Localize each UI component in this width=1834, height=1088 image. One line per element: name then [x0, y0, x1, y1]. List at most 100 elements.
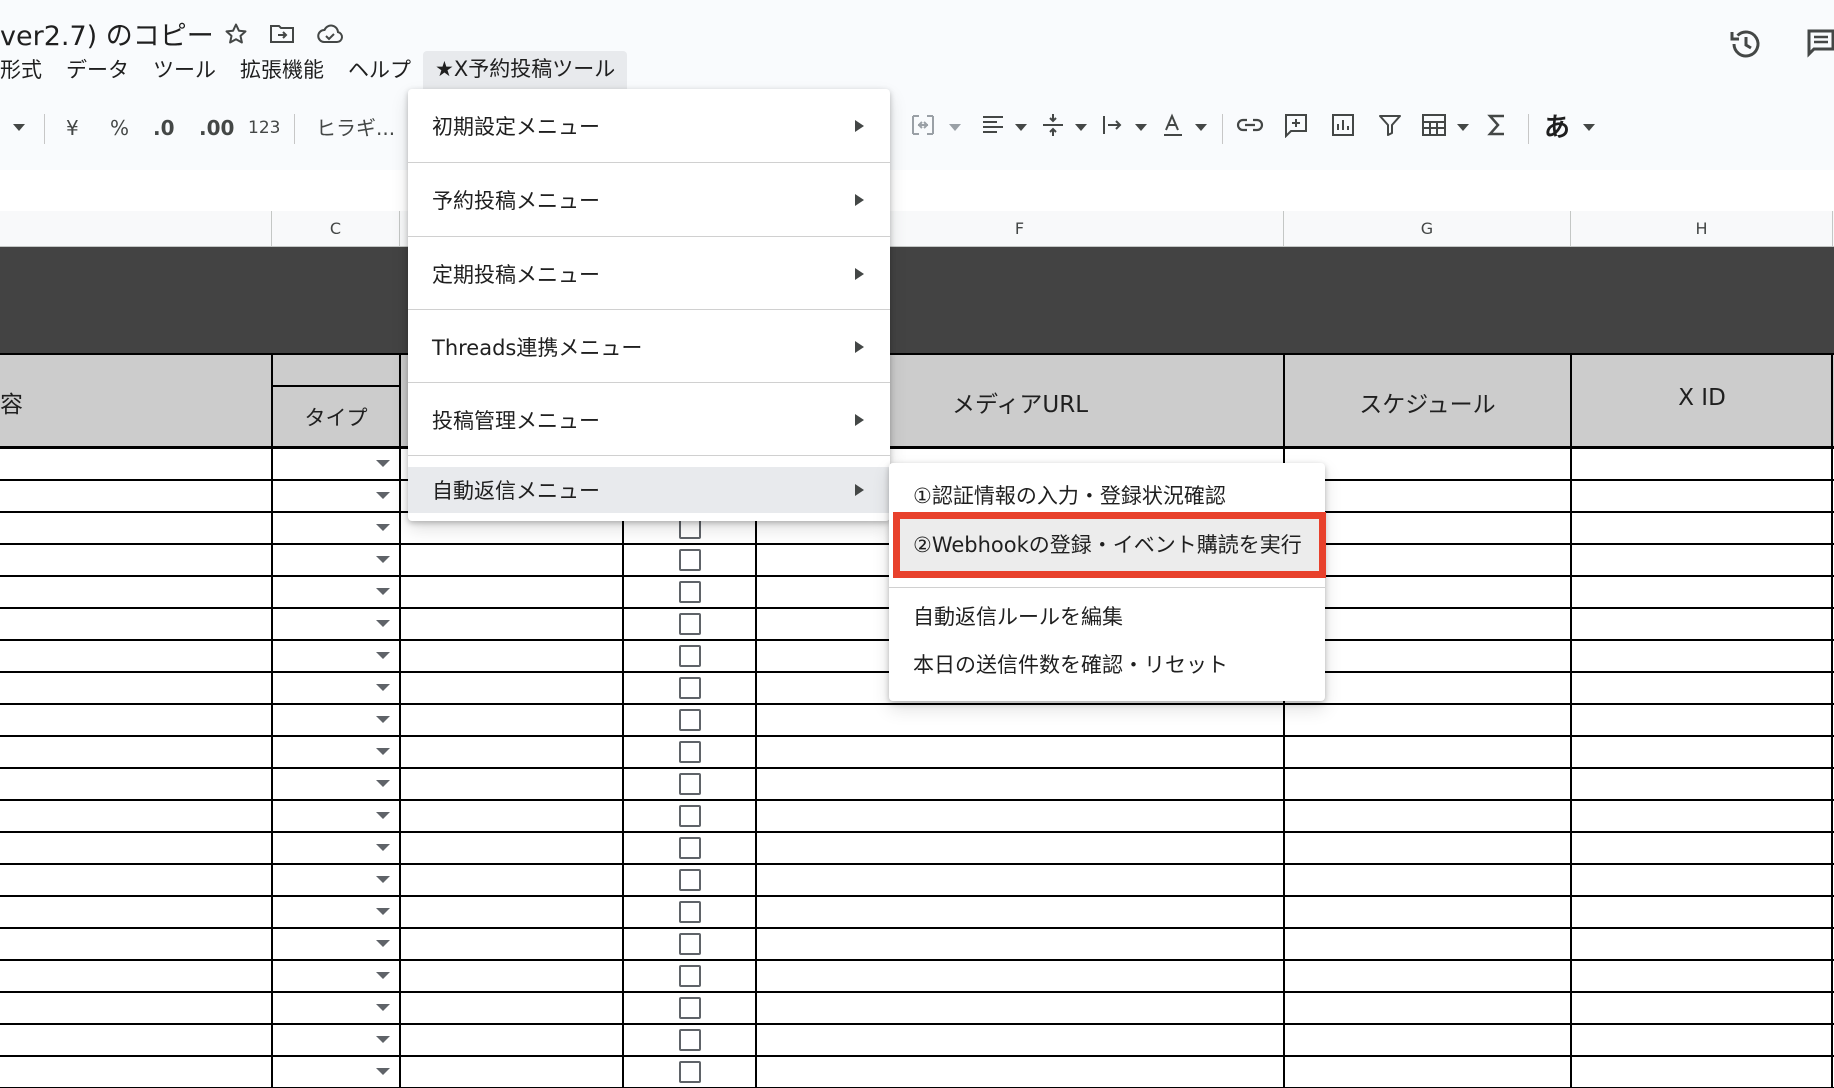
- grid-row-line: [0, 1023, 1834, 1025]
- insert-chart-icon[interactable]: [1330, 112, 1360, 144]
- type-dropdown-icon[interactable]: [376, 684, 390, 691]
- filter-icon[interactable]: [1377, 112, 1407, 144]
- column-header-g[interactable]: G: [1284, 211, 1571, 247]
- submenu-item-edit-rules[interactable]: 自動返信ルールを編集: [889, 593, 1325, 641]
- move-folder-icon[interactable]: [268, 20, 296, 48]
- type-dropdown-icon[interactable]: [376, 780, 390, 787]
- currency-format-button[interactable]: ¥: [66, 112, 79, 144]
- row-checkbox[interactable]: [679, 581, 701, 603]
- ime-caret-icon[interactable]: [1583, 124, 1595, 131]
- comments-icon[interactable]: [1806, 28, 1834, 58]
- type-dropdown-icon[interactable]: [376, 492, 390, 499]
- merge-cells-icon[interactable]: [910, 112, 940, 144]
- font-select[interactable]: ヒラギ...: [316, 112, 395, 144]
- input-method-button[interactable]: あ: [1544, 112, 1570, 144]
- row-checkbox[interactable]: [679, 677, 701, 699]
- text-wrap-icon[interactable]: [1100, 112, 1130, 144]
- cloud-saved-icon[interactable]: [316, 20, 344, 48]
- menu-item-threads-integration[interactable]: Threads連携メニュー: [408, 310, 890, 383]
- type-dropdown-icon[interactable]: [376, 588, 390, 595]
- wrap-caret-icon[interactable]: [1135, 124, 1147, 131]
- version-history-icon[interactable]: [1728, 26, 1764, 62]
- type-dropdown-icon[interactable]: [376, 556, 390, 563]
- column-header-h[interactable]: H: [1571, 211, 1833, 247]
- document-title[interactable]: ver2.7) のコピー: [0, 14, 214, 53]
- row-checkbox[interactable]: [679, 869, 701, 891]
- type-dropdown-icon[interactable]: [376, 1004, 390, 1011]
- rotation-caret-icon[interactable]: [1195, 124, 1207, 131]
- zoom-caret-icon[interactable]: [13, 124, 25, 131]
- row-checkbox[interactable]: [679, 837, 701, 859]
- row-checkbox[interactable]: [679, 901, 701, 923]
- type-dropdown-icon[interactable]: [376, 812, 390, 819]
- menu-item-initial-settings[interactable]: 初期設定メニュー: [408, 89, 890, 162]
- text-rotation-icon[interactable]: [1160, 112, 1190, 144]
- menu-item-recurring-post[interactable]: 定期投稿メニュー: [408, 237, 890, 310]
- type-dropdown-icon[interactable]: [376, 940, 390, 947]
- align-caret-icon[interactable]: [1015, 124, 1027, 131]
- menu-divider: [889, 587, 1325, 588]
- menu-item-auto-reply[interactable]: 自動返信メニュー: [408, 467, 890, 513]
- valign-caret-icon[interactable]: [1075, 124, 1087, 131]
- menu-item-label: Threads連携メニュー: [432, 335, 643, 360]
- toolbar-separator: [44, 114, 45, 144]
- type-dropdown-icon[interactable]: [376, 908, 390, 915]
- submenu-item-webhook-register[interactable]: ②Webhookの登録・イベント購読を実行: [889, 521, 1325, 569]
- menu-data[interactable]: データ: [54, 52, 141, 88]
- type-dropdown-icon[interactable]: [376, 460, 390, 467]
- percent-format-button[interactable]: %: [110, 112, 129, 144]
- toolbar-separator: [1222, 114, 1223, 144]
- row-checkbox[interactable]: [679, 741, 701, 763]
- menu-tools[interactable]: ツール: [141, 52, 228, 88]
- row-checkbox[interactable]: [679, 933, 701, 955]
- star-icon[interactable]: [222, 20, 250, 48]
- type-dropdown-icon[interactable]: [376, 1068, 390, 1075]
- table-view-icon[interactable]: [1420, 112, 1450, 144]
- submenu-arrow-icon: [855, 119, 864, 132]
- number-format-button[interactable]: 123: [248, 112, 280, 144]
- increase-decimal-button[interactable]: .00: [199, 112, 234, 144]
- menu-help[interactable]: ヘルプ: [336, 52, 423, 88]
- type-dropdown-icon[interactable]: [376, 876, 390, 883]
- menu-divider: [408, 455, 890, 456]
- menu-item-scheduled-post[interactable]: 予約投稿メニュー: [408, 163, 890, 236]
- type-dropdown-icon[interactable]: [376, 972, 390, 979]
- type-dropdown-icon[interactable]: [376, 716, 390, 723]
- column-header-b[interactable]: [0, 211, 272, 247]
- row-checkbox[interactable]: [679, 805, 701, 827]
- grid-column-line: [271, 353, 273, 1088]
- functions-icon[interactable]: [1484, 112, 1514, 144]
- menu-item-post-management[interactable]: 投稿管理メニュー: [408, 383, 890, 456]
- insert-comment-icon[interactable]: [1283, 112, 1313, 144]
- merge-caret-icon[interactable]: [949, 124, 961, 131]
- decrease-decimal-button[interactable]: .0: [153, 112, 175, 144]
- row-checkbox[interactable]: [679, 773, 701, 795]
- merged-header-cell: [272, 353, 400, 387]
- menu-x-scheduler-tool[interactable]: ★X予約投稿ツール: [423, 51, 628, 89]
- row-checkbox[interactable]: [679, 1061, 701, 1083]
- column-header-c[interactable]: C: [272, 211, 400, 247]
- type-dropdown-icon[interactable]: [376, 748, 390, 755]
- row-checkbox[interactable]: [679, 965, 701, 987]
- type-dropdown-icon[interactable]: [376, 1036, 390, 1043]
- type-dropdown-icon[interactable]: [376, 620, 390, 627]
- menu-item-label: 予約投稿メニュー: [432, 188, 600, 213]
- row-checkbox[interactable]: [679, 997, 701, 1019]
- type-dropdown-icon[interactable]: [376, 652, 390, 659]
- align-left-icon[interactable]: [980, 112, 1010, 144]
- menu-bar: 形式 データ ツール 拡張機能 ヘルプ ★X予約投稿ツール: [0, 51, 628, 89]
- row-checkbox[interactable]: [679, 613, 701, 635]
- submenu-item-daily-count[interactable]: 本日の送信件数を確認・リセット: [889, 641, 1325, 689]
- row-checkbox[interactable]: [679, 709, 701, 731]
- type-dropdown-icon[interactable]: [376, 524, 390, 531]
- menu-extensions[interactable]: 拡張機能: [228, 52, 336, 88]
- insert-link-icon[interactable]: [1236, 112, 1266, 144]
- menu-format[interactable]: 形式: [0, 52, 54, 88]
- row-checkbox[interactable]: [679, 1029, 701, 1051]
- table-caret-icon[interactable]: [1457, 124, 1469, 131]
- submenu-arrow-icon: [855, 484, 864, 496]
- row-checkbox[interactable]: [679, 549, 701, 571]
- type-dropdown-icon[interactable]: [376, 844, 390, 851]
- vertical-align-icon[interactable]: [1040, 112, 1070, 144]
- row-checkbox[interactable]: [679, 645, 701, 667]
